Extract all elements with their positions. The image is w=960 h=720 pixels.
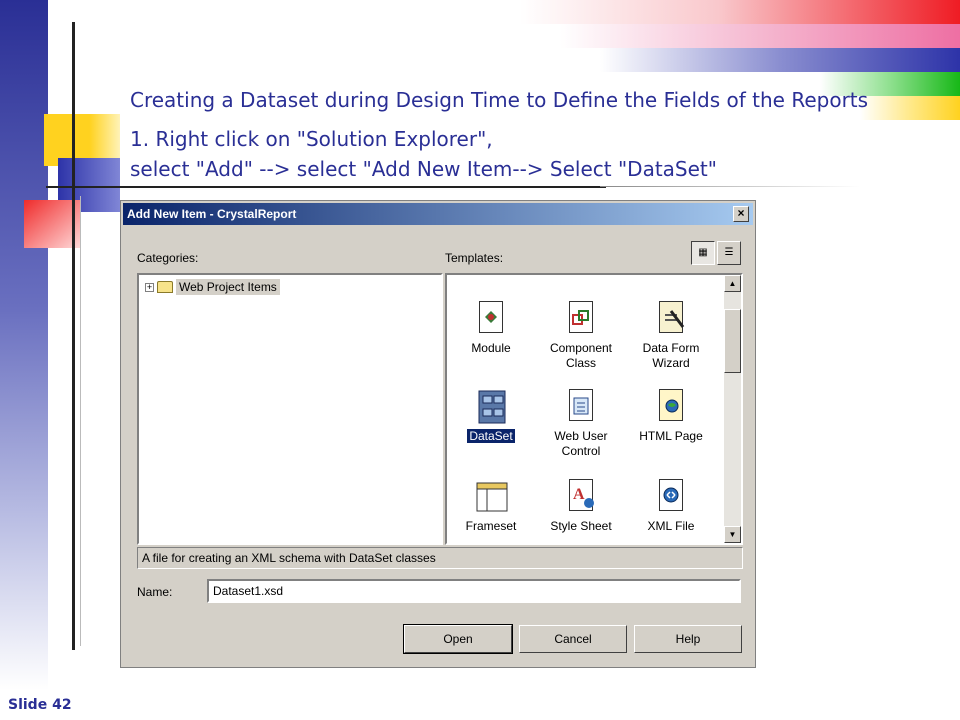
tree-item-web-project-items[interactable]: + Web Project Items [145,279,280,295]
template-label: Module [471,341,511,355]
cancel-button[interactable]: Cancel [519,625,627,653]
template-label: Data Form Wizard [642,341,700,370]
xml-file-icon [655,479,687,515]
decor-stripe-red [520,0,960,24]
template-label: Frameset [465,519,517,533]
list-view-button[interactable]: ☰ [717,241,741,265]
template-data-form-wizard[interactable]: Data Form Wizard [629,301,713,371]
template-label: HTML Page [639,429,703,443]
close-icon: × [737,206,745,220]
frameset-icon [475,479,508,515]
data-form-wizard-icon [655,301,687,337]
scroll-down-button[interactable]: ▼ [724,526,741,543]
decor-horizontal-line [46,186,606,188]
template-web-user-control[interactable]: Web User Control [539,389,623,459]
tree-item-label: Web Project Items [176,279,280,295]
html-page-icon [655,389,687,425]
decor-stripe-blue [600,48,960,72]
template-component-class[interactable]: Component Class [539,301,623,371]
slide-number: Slide 42 [8,697,72,713]
template-label: DataSet [467,429,515,443]
module-icon [475,301,507,337]
categories-label: Categories: [137,251,199,265]
decor-stripe-pink [560,24,960,48]
template-label: Style Sheet [550,519,612,533]
template-dataset[interactable]: DataSet [449,389,533,444]
list-view-icon: ☰ [724,247,734,258]
template-label: Component Class [549,341,613,370]
decor-horizontal-line-light [600,186,860,187]
add-new-item-dialog: Add New Item - CrystalReport × Categorie… [120,200,756,668]
template-style-sheet[interactable]: A Style Sheet [539,479,623,534]
left-gradient-bar [0,0,48,690]
svg-text:A: A [573,486,585,503]
template-html-page[interactable]: HTML Page [629,389,713,444]
categories-tree[interactable]: + Web Project Items [137,273,443,545]
name-label: Name: [137,585,173,599]
decor-vertical-line [72,22,75,650]
help-button[interactable]: Help [634,625,742,653]
component-class-icon [565,301,597,337]
dialog-titlebar[interactable]: Add New Item - CrystalReport × [123,203,753,225]
close-button[interactable]: × [733,206,749,222]
folder-icon [157,281,173,293]
decor-stripe-yellow [860,96,960,120]
dialog-title: Add New Item - CrystalReport [127,207,297,221]
slide-step-text: 1. Right click on "Solution Explorer", s… [130,124,717,184]
web-user-control-icon [565,389,597,425]
step-line-1: 1. Right click on "Solution Explorer", [130,127,493,151]
style-sheet-icon: A [565,479,597,515]
slide-title: Creating a Dataset during Design Time to… [130,88,869,112]
template-frameset[interactable]: Frameset [449,479,533,534]
large-icons-view-button[interactable]: ▦ [691,241,715,265]
template-label: Web User Control [554,429,608,458]
expand-icon[interactable]: + [145,282,154,292]
scroll-thumb[interactable] [724,309,741,373]
template-description: A file for creating an XML schema with D… [137,547,743,569]
decor-vertical-line-light [80,196,81,646]
scroll-up-button[interactable]: ▲ [724,275,741,292]
template-xml-file[interactable]: XML File [629,479,713,534]
templates-label: Templates: [445,251,504,265]
large-icons-view-icon: ▦ [698,247,708,258]
templates-list[interactable]: Module Component Class Data Form Wizard … [445,273,743,545]
templates-scrollbar[interactable]: ▲ ▼ [724,275,741,543]
open-button[interactable]: Open [403,624,513,654]
template-module[interactable]: Module [449,301,533,356]
dataset-icon [475,389,507,425]
step-line-2: select "Add" --> select "Add New Item-->… [130,157,717,181]
template-label: XML File [647,519,695,533]
name-input[interactable] [207,579,741,603]
